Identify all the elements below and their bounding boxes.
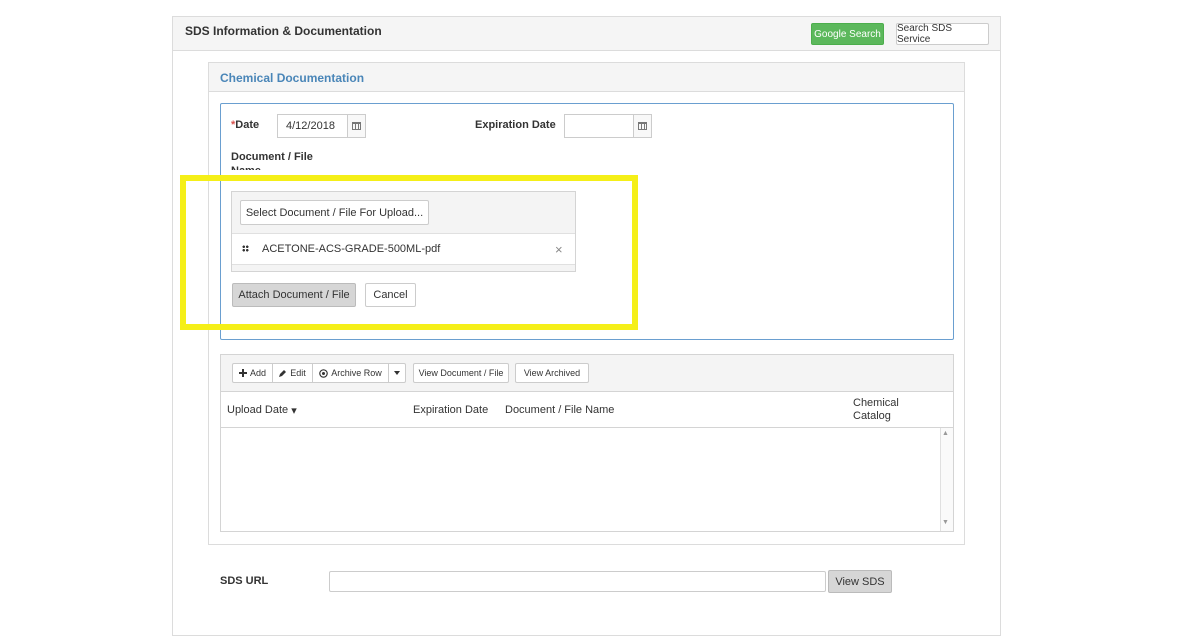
sds-info-panel-title: SDS Information & Documentation <box>185 24 382 38</box>
archive-row-button[interactable]: Archive Row <box>312 363 389 383</box>
pencil-icon <box>279 370 287 377</box>
toolbar-dropdown-button[interactable] <box>388 363 406 383</box>
edit-row-label: Edit <box>290 368 306 378</box>
column-upload-date-label: Upload Date <box>227 404 289 416</box>
column-document-name[interactable]: Document / File Name <box>499 393 848 428</box>
expiration-date-label: Expiration Date <box>475 119 556 131</box>
edit-row-button[interactable]: Edit <box>272 363 313 383</box>
expiration-calendar-button[interactable] <box>633 114 652 138</box>
scroll-down-icon[interactable]: ▼ <box>942 519 949 526</box>
sds-url-input[interactable] <box>329 571 826 592</box>
expiration-date-input[interactable] <box>564 114 635 138</box>
scroll-up-icon[interactable]: ▲ <box>942 430 949 437</box>
plus-icon <box>238 369 247 377</box>
google-search-button[interactable]: Google Search <box>811 23 884 45</box>
sds-url-label: SDS URL <box>220 575 269 587</box>
column-chemical-catalog[interactable]: Chemical Catalog <box>847 393 940 428</box>
caret-down-icon <box>394 371 400 375</box>
highlight-box <box>180 175 638 330</box>
archive-row-label: Archive Row <box>331 368 382 378</box>
column-expiration-date[interactable]: Expiration Date <box>407 393 500 428</box>
date-calendar-button[interactable] <box>347 114 366 138</box>
calendar-icon <box>352 122 361 130</box>
chemical-documentation-title: Chemical Documentation <box>220 71 365 85</box>
column-scroll-spacer <box>939 393 953 428</box>
date-input[interactable]: 4/12/2018 <box>277 114 348 138</box>
search-sds-service-button[interactable]: Search SDS Service <box>896 23 989 45</box>
view-document-button[interactable]: View Document / File <box>413 363 509 383</box>
sort-desc-icon: ▾ <box>291 404 297 417</box>
column-upload-date[interactable]: Upload Date ▾ <box>221 393 408 428</box>
archive-circle-icon <box>319 368 329 378</box>
date-label: *Date <box>231 119 259 131</box>
date-label-text: Date <box>235 119 260 131</box>
add-row-label: Add <box>249 368 266 378</box>
grid-vertical-scrollbar[interactable] <box>940 428 953 531</box>
view-sds-button[interactable]: View SDS <box>828 570 892 593</box>
view-archived-button[interactable]: View Archived <box>515 363 589 383</box>
document-file-name-label: Document / File Name <box>231 151 313 170</box>
calendar-icon <box>638 122 647 130</box>
add-row-button[interactable]: Add <box>232 363 273 383</box>
